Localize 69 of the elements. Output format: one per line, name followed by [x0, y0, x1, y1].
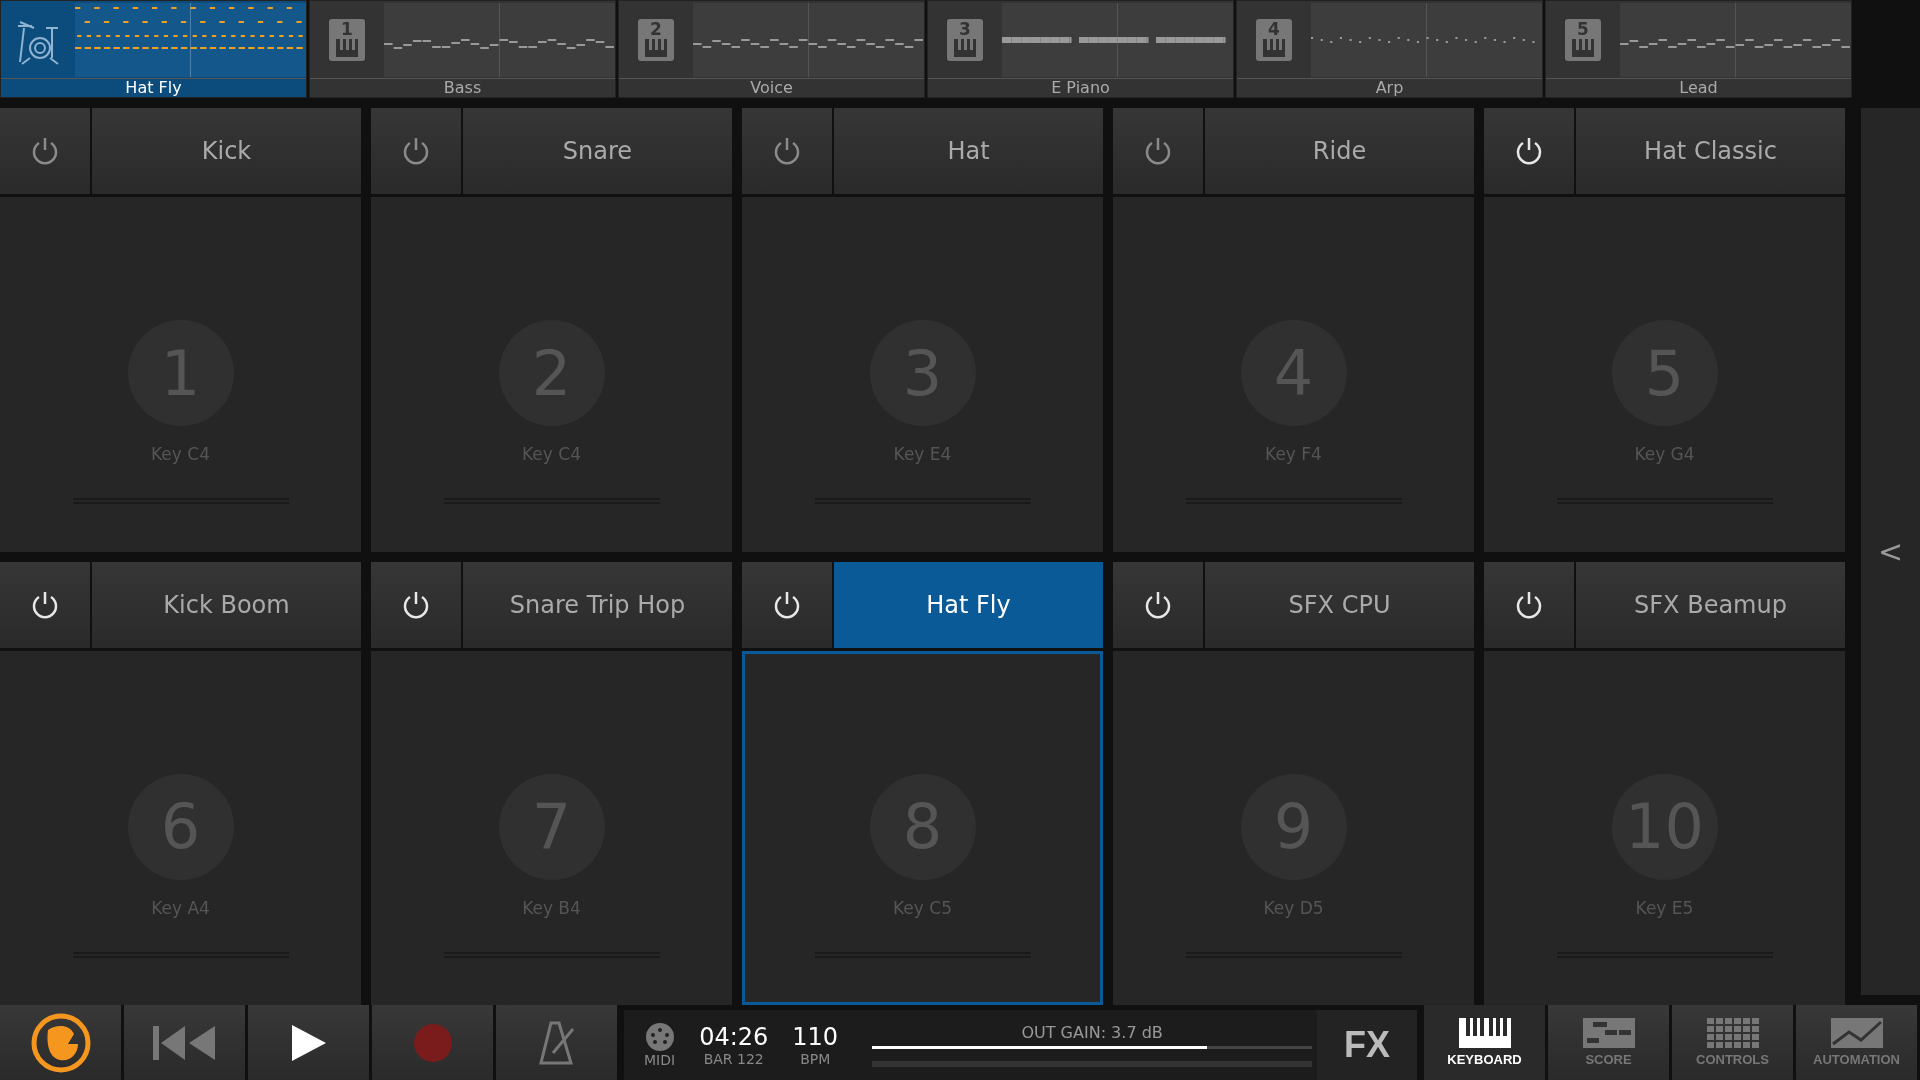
gain-slider[interactable]: [872, 1046, 1313, 1049]
fx-button[interactable]: FX: [1317, 1010, 1417, 1080]
time-readout: 04:26: [699, 1023, 769, 1051]
gain-readout: OUT GAIN: 3.7 dB: [1021, 1023, 1163, 1042]
power-icon: [772, 589, 802, 620]
tempo-readout: 110: [792, 1023, 839, 1051]
midi-label: MIDI: [644, 1052, 676, 1068]
power-icon: [30, 136, 60, 166]
power-button[interactable]: [0, 561, 90, 648]
power-icon: [772, 136, 802, 166]
power-button[interactable]: [1484, 561, 1574, 648]
play-button[interactable]: [248, 1005, 369, 1080]
grid-icon: [1706, 1018, 1759, 1048]
pad-name-button[interactable]: Kick: [92, 108, 361, 194]
pad-name-button[interactable]: SFX Beamup: [1576, 561, 1845, 648]
track-tile[interactable]: 5 Lead: [1545, 0, 1852, 98]
power-button[interactable]: [742, 561, 832, 648]
pad-name-button[interactable]: Snare: [463, 108, 732, 194]
expand-button[interactable]: <: [1871, 533, 1910, 570]
metronome-icon: [538, 1020, 575, 1065]
pad-name-button[interactable]: Kick Boom: [92, 561, 361, 648]
pad-name-button[interactable]: Hat Fly: [834, 561, 1103, 648]
power-icon: [1143, 136, 1173, 166]
power-icon: [401, 136, 431, 166]
view-tab[interactable]: SCORE: [1548, 1005, 1669, 1080]
keyboard-number-badge: 2: [638, 18, 674, 61]
metronome-button[interactable]: [496, 1005, 617, 1080]
track-tile[interactable]: 3 E Piano: [927, 0, 1234, 98]
keyboard-number-badge: 1: [329, 18, 365, 61]
pad-name-button[interactable]: SFX CPU: [1205, 561, 1474, 648]
rewind-icon: [152, 1025, 217, 1060]
track-name: Bass: [310, 78, 615, 97]
power-icon: [401, 589, 431, 620]
record-icon: [413, 1023, 452, 1062]
logo-icon: [29, 1011, 92, 1074]
tempo-unit: BPM: [800, 1051, 831, 1067]
bar-readout: BAR 122: [703, 1051, 764, 1067]
track-tile[interactable]: 4 Arp: [1236, 0, 1543, 98]
track-name: Voice: [619, 78, 924, 97]
piano-roll-icon: [1582, 1018, 1635, 1048]
view-tab[interactable]: KEYBOARD: [1424, 1005, 1545, 1080]
power-button[interactable]: [1113, 561, 1203, 648]
pad-name-button[interactable]: Hat: [834, 108, 1103, 194]
track-tile[interactable]: 1 Bass: [309, 0, 616, 98]
track-name: E Piano: [928, 78, 1233, 97]
power-icon: [1514, 136, 1544, 166]
keyboard-number-badge: 4: [1256, 18, 1292, 61]
keyboard-number-badge: 3: [947, 18, 983, 61]
pad-name-button[interactable]: Ride: [1205, 108, 1474, 194]
track-name: Lead: [1546, 78, 1851, 97]
power-icon: [30, 589, 60, 620]
track-name: Hat Fly: [1, 78, 306, 97]
pad-name-button[interactable]: Hat Classic: [1576, 108, 1845, 194]
view-tab[interactable]: CONTROLS: [1672, 1005, 1793, 1080]
power-icon: [1143, 589, 1173, 620]
piano-keys-icon: [1458, 1018, 1511, 1048]
view-tab[interactable]: AUTOMATION: [1796, 1005, 1917, 1080]
keyboard-number-badge: 5: [1565, 18, 1601, 61]
power-button[interactable]: [371, 561, 461, 648]
track-name: Arp: [1237, 78, 1542, 97]
power-icon: [1514, 589, 1544, 620]
midi-port-icon: [644, 1022, 675, 1052]
play-icon: [291, 1024, 326, 1061]
app-logo-button[interactable]: [0, 1005, 121, 1080]
pad-name-button[interactable]: Snare Trip Hop: [463, 561, 732, 648]
power-button[interactable]: [1484, 108, 1574, 194]
track-tile[interactable]: Hat Fly: [0, 0, 307, 98]
line-graph-icon: [1830, 1018, 1883, 1048]
track-tile[interactable]: 2 Voice: [618, 0, 925, 98]
